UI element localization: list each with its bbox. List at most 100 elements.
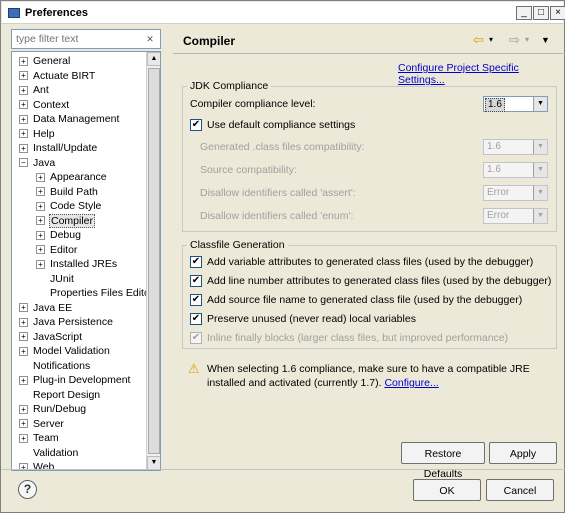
expand-icon[interactable]: + [36,201,45,211]
scroll-up-icon[interactable]: ▲ [147,52,160,66]
view-menu-icon[interactable]: ▼ [541,31,550,49]
tree-item-general[interactable]: + General [19,54,71,68]
tree-item-appearance[interactable]: + Appearance [36,170,108,184]
expand-icon[interactable]: + [19,114,28,124]
back-arrow-icon[interactable]: ⇦ [473,31,484,49]
checkbox-checked-icon[interactable]: ✔ [190,256,202,269]
dropdown-arrow-icon[interactable]: ▼ [533,209,547,223]
tree-item-java[interactable]: − Java [19,156,56,170]
tree-item-data-management[interactable]: + Data Management [19,112,120,126]
expand-icon[interactable]: + [36,172,45,182]
expand-icon[interactable]: + [19,404,28,414]
scroll-thumb[interactable] [148,68,160,454]
tree-item-code-style[interactable]: + Code Style [36,199,102,213]
enum-identifier-value: Error [487,210,510,221]
expand-icon[interactable]: + [19,375,28,385]
checkbox-checked-icon[interactable]: ✔ [190,275,202,288]
source-compat-select[interactable]: 1.6 ▼ [483,162,548,178]
tree-item-plug-in-development[interactable]: + Plug-in Development [19,373,131,387]
tree-item-model-validation[interactable]: + Model Validation [19,344,111,358]
preserve-unused-checkbox[interactable]: ✔ Preserve unused (never read) local vari… [190,313,416,326]
close-button[interactable]: × [550,6,565,20]
tree-item-properties-files-editor[interactable]: Properties Files Editor [36,286,154,300]
tree-item-validation[interactable]: Validation [19,446,79,460]
tree-item-installed-jres[interactable]: + Installed JREs [36,257,118,271]
tree-item-javascript[interactable]: + JavaScript [19,330,83,344]
ok-button[interactable]: OK [413,479,481,501]
window-title: Preferences [25,7,88,19]
checkbox-checked-icon[interactable]: ✔ [190,294,202,307]
tree-item-team[interactable]: + Team [19,431,60,445]
dropdown-arrow-icon[interactable]: ▼ [533,140,547,154]
expand-icon[interactable]: + [19,71,28,81]
expand-icon[interactable]: + [19,85,28,95]
tree-item-java-ee[interactable]: + Java EE [19,301,73,315]
tree-item-java-persistence[interactable]: + Java Persistence [19,315,114,329]
checkbox-checked-disabled-icon[interactable]: ✔ [190,332,202,345]
collapse-icon[interactable]: − [19,158,28,168]
tree-scrollbar[interactable]: ▲ ▼ [146,52,160,470]
generated-compat-select[interactable]: 1.6 ▼ [483,139,548,155]
expand-icon[interactable]: + [19,419,28,429]
back-menu-icon[interactable]: ▾ [489,31,493,49]
expand-icon[interactable]: + [36,230,45,240]
dropdown-arrow-icon[interactable]: ▼ [533,163,547,177]
tree-item-compiler[interactable]: + Compiler [36,213,96,228]
expand-icon[interactable]: + [19,303,28,313]
tree-item-actuate-birt[interactable]: + Actuate BIRT [19,69,96,83]
maximize-button[interactable]: □ [533,6,549,20]
tree-item-notifications[interactable]: Notifications [19,359,91,373]
checkbox-checked-icon[interactable]: ✔ [190,313,202,326]
tree-item-junit[interactable]: JUnit [36,272,75,286]
expand-icon[interactable]: + [19,129,28,139]
line-number-attributes-checkbox[interactable]: ✔ Add line number attributes to generated… [190,275,551,288]
scroll-down-icon[interactable]: ▼ [147,456,160,470]
tree-item-server[interactable]: + Server [19,417,65,431]
tree-item-ant[interactable]: + Ant [19,83,50,97]
forward-arrow-icon[interactable]: ⇨ [509,31,520,49]
tree-item-report-design[interactable]: Report Design [19,388,101,402]
tree-item-debug[interactable]: + Debug [36,228,82,242]
apply-button[interactable]: Apply [489,442,557,464]
preferences-tree[interactable]: + General + Actuate BIRT + Ant + Context + Data M… [11,51,161,471]
clear-filter-icon[interactable]: ✕ [144,33,156,45]
expand-icon[interactable]: + [36,259,45,269]
use-default-compliance-checkbox[interactable]: ✔ Use default compliance settings [190,119,355,132]
tree-item-help[interactable]: + Help [19,127,56,141]
help-icon[interactable]: ? [18,480,37,499]
filter-input[interactable] [12,30,142,48]
minimize-button[interactable]: _ [516,6,532,20]
tree-item-install-update[interactable]: + Install/Update [19,141,98,155]
assert-identifier-select[interactable]: Error ▼ [483,185,548,201]
tree-item-label: Appearance [50,171,107,183]
compliance-level-select[interactable]: 1.6 ▼ [483,96,548,112]
expand-icon[interactable]: + [19,433,28,443]
source-file-name-checkbox[interactable]: ✔ Add source file name to generated class… [190,294,522,307]
expand-icon[interactable]: + [19,317,28,327]
expand-icon[interactable]: + [36,187,45,197]
forward-menu-icon[interactable]: ▾ [525,31,529,49]
variable-attributes-checkbox[interactable]: ✔ Add variable attributes to generated cl… [190,256,533,269]
expand-icon[interactable]: + [19,100,28,110]
cancel-button[interactable]: Cancel [486,479,554,501]
expand-icon[interactable]: + [36,245,45,255]
tree-item-editor[interactable]: + Editor [36,243,78,257]
history-nav: ⇦ ▾ ⇨ ▾ ▼ [473,31,557,49]
tree-item-build-path[interactable]: + Build Path [36,185,99,199]
expand-icon[interactable]: + [19,346,28,356]
inline-finally-checkbox[interactable]: ✔ Inline finally blocks (larger class fil… [190,332,509,345]
filter-field[interactable]: ✕ [11,29,161,49]
restore-defaults-button[interactable]: Restore Defaults [401,442,485,480]
dropdown-arrow-icon[interactable]: ▼ [533,186,547,200]
expand-icon[interactable]: + [19,56,28,66]
expand-icon[interactable]: + [19,143,28,153]
inline-finally-label: Inline finally blocks (larger class file… [207,332,509,344]
tree-item-run-debug[interactable]: + Run/Debug [19,402,87,416]
tree-item-context[interactable]: + Context [19,98,70,112]
checkbox-checked-icon[interactable]: ✔ [190,119,202,132]
expand-icon[interactable]: + [19,332,28,342]
configure-jre-link[interactable]: Configure... [384,377,438,389]
dropdown-arrow-icon[interactable]: ▼ [533,97,547,111]
enum-identifier-select[interactable]: Error ▼ [483,208,548,224]
expand-icon[interactable]: + [36,216,45,226]
